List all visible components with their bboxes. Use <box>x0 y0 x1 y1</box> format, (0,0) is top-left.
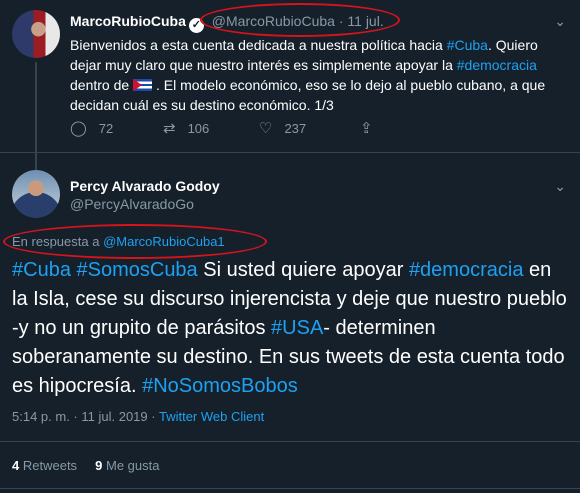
tweet-text: Bienvenidos a esta cuenta dedicada a nue… <box>70 37 546 113</box>
likes-stat[interactable]: 9 Me gusta <box>95 458 159 473</box>
retweet-button[interactable]: ⇄ 106 <box>163 119 209 137</box>
hashtag-link[interactable]: #NoSomosBobos <box>142 375 298 397</box>
hashtag-link[interactable]: #Cuba <box>12 259 71 281</box>
hashtag-link[interactable]: #Cuba <box>447 37 488 53</box>
like-button[interactable]: ♡ 237 <box>259 119 306 137</box>
avatar[interactable] <box>12 10 60 58</box>
tweet-date[interactable]: 11 jul. 2019 <box>81 409 147 424</box>
hashtag-link[interactable]: #democracia <box>457 57 537 73</box>
tweet-text: #Cuba #SomosCuba Si usted quiere apoyar … <box>12 259 567 397</box>
retweets-stat[interactable]: 4 Retweets <box>12 458 77 473</box>
hashtag-link[interactable]: #democracia <box>409 259 524 281</box>
tweet-stats: 4 Retweets 9 Me gusta <box>12 458 159 473</box>
author-handle[interactable]: @PercyAlvaradoGo <box>70 196 194 212</box>
avatar[interactable] <box>12 170 60 218</box>
client-link[interactable]: Twitter Web Client <box>159 409 264 424</box>
cuba-flag-emoji <box>133 79 153 91</box>
reply-button[interactable]: ◯ 72 <box>70 119 113 137</box>
tweet-meta: 5:14 p. m. · 11 jul. 2019 · Twitter Web … <box>12 409 265 424</box>
divider <box>0 488 580 489</box>
author-name[interactable]: MarcoRubioCuba <box>70 13 186 29</box>
share-button[interactable]: ⇪ <box>360 119 385 137</box>
chevron-down-icon[interactable]: ⌄ <box>554 178 566 195</box>
annotation-ellipse <box>3 224 267 259</box>
share-icon: ⇪ <box>360 120 373 137</box>
reply-icon: ◯ <box>70 120 87 137</box>
retweet-icon: ⇄ <box>163 120 176 137</box>
hashtag-link[interactable]: #USA <box>271 317 323 339</box>
tweet-actions: ◯ 72 ⇄ 106 ♡ 237 ⇪ <box>70 119 490 139</box>
divider <box>0 441 580 442</box>
tweet-time[interactable]: 5:14 p. m. <box>12 409 70 424</box>
chevron-down-icon[interactable]: ⌄ <box>554 13 566 30</box>
annotation-ellipse <box>200 3 400 37</box>
thread-line <box>35 62 37 170</box>
divider <box>0 152 580 153</box>
hashtag-link[interactable]: #SomosCuba <box>77 259 198 281</box>
author-name[interactable]: Percy Alvarado Godoy <box>70 178 220 194</box>
heart-icon: ♡ <box>259 120 273 137</box>
